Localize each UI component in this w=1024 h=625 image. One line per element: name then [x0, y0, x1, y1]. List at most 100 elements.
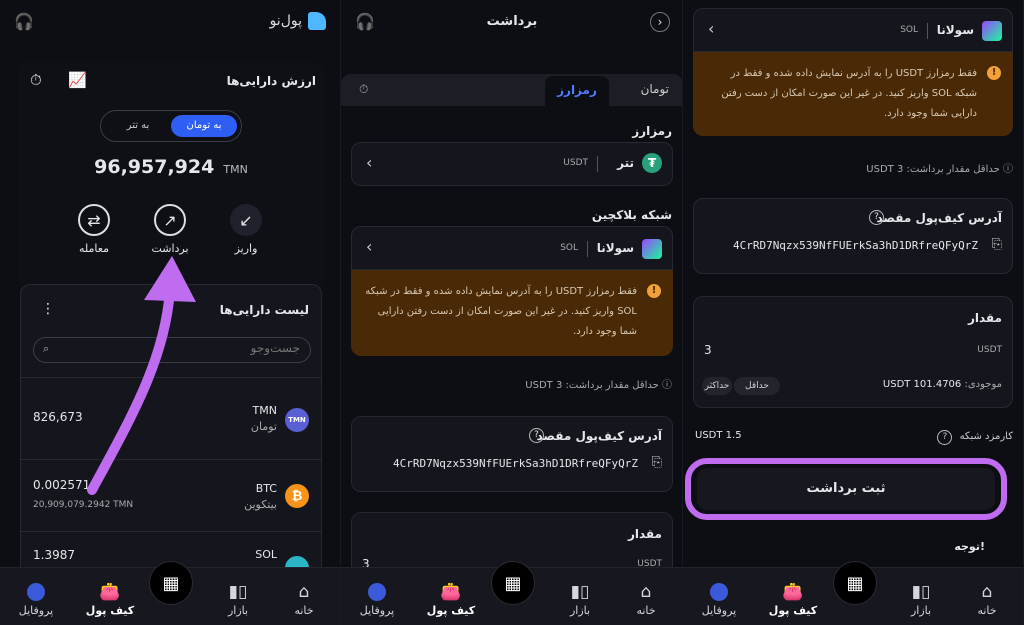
help-icon[interactable]: ? — [937, 430, 953, 445]
asset-symbol: BTC — [255, 482, 277, 495]
crypto-select[interactable]: ₮ تتر USDT ‹ — [351, 142, 673, 186]
grid-menu-button[interactable]: ▦ — [491, 561, 535, 605]
asset-name: تومان — [250, 420, 277, 433]
info-icon: ⓘ — [658, 380, 672, 391]
wallet-address-input[interactable]: 4CrRD7Nqzx539NfFUErkSa3hD1DRfreQFyQrZ — [733, 239, 978, 252]
tab-toman[interactable]: تومان — [641, 82, 669, 96]
history-icon[interactable]: ⏱ — [359, 82, 368, 97]
network-select[interactable]: سولانا SOL ‹ — [351, 226, 673, 270]
grid-icon: ▦ — [504, 572, 522, 594]
warning-icon: ! — [647, 284, 661, 298]
help-icon[interactable]: ? — [869, 210, 884, 225]
page-title: برداشت — [486, 14, 538, 29]
action-deposit[interactable]: ↙ واریز — [226, 204, 266, 255]
nav-profile[interactable]: پروفایل — [689, 583, 749, 617]
wallet-icon: 👛 — [99, 582, 121, 602]
wallet-label: آدرس کیف‌پول مقصد — [536, 429, 662, 443]
amount-label: مقدار — [627, 527, 662, 541]
support-icon[interactable]: 🎧 — [14, 12, 34, 31]
asset-symbol: SOL — [255, 548, 277, 561]
logo-text: پول‌نو — [269, 13, 302, 29]
crypto-label: رمزارز — [632, 124, 672, 138]
nav-home-label: خانه — [977, 604, 997, 617]
nav-market-label: بازار — [227, 604, 249, 617]
attention-heading: توجه! — [954, 540, 985, 553]
submit-withdraw-button[interactable]: ثبت برداشت — [697, 468, 995, 510]
wallet-icon: 👛 — [440, 582, 462, 602]
bottom-nav: ⌂ خانه ▮▯ بازار ▦ 👛 کیف پول پروفایل — [683, 561, 1023, 625]
nav-market[interactable]: ▮▯ بازار — [550, 583, 610, 617]
grid-menu-button[interactable]: ▦ — [833, 561, 877, 605]
balance-value: USDT 101.4706 — [882, 379, 962, 390]
nav-wallet-label: کیف پول — [768, 604, 818, 617]
tmn-coin-icon: TMN — [285, 408, 309, 432]
logo: پول‌نو — [270, 12, 326, 30]
action-withdraw[interactable]: ↗ برداشت — [150, 204, 190, 255]
fee-label: کارمزد شبکه — [959, 431, 1013, 442]
grid-icon: ▦ — [846, 572, 864, 594]
profile-avatar-icon — [27, 583, 45, 601]
amount-card: مقدار 3 USDT موجودی: USDT 101.4706 حداقل… — [693, 296, 1013, 408]
chevron-left-icon: ‹ — [366, 153, 373, 172]
warning-text: فقط رمزارز USDT را به آدرس نمایش داده شد… — [365, 286, 637, 337]
divider — [597, 156, 598, 172]
grid-icon: ▦ — [162, 572, 180, 594]
nav-home[interactable]: ⌂ خانه — [616, 583, 676, 617]
help-icon[interactable]: ? — [529, 428, 544, 443]
crypto-code: USDT — [563, 158, 588, 168]
tabs-bar: تومان رمزارز ⏱ — [341, 74, 682, 106]
network-fee-value: USDT 1.5 — [695, 430, 742, 441]
paste-icon[interactable]: ⎘ — [652, 455, 662, 470]
balance-display: 96,957,924 TMN — [18, 156, 324, 178]
nav-wallet[interactable]: 👛 کیف پول — [763, 583, 823, 617]
nav-home[interactable]: ⌂ خانه — [957, 583, 1017, 617]
network-fee-label: کارمزد شبکه ? — [937, 430, 1013, 445]
grid-menu-button[interactable]: ▦ — [149, 561, 193, 605]
wallet-address-input[interactable]: 4CrRD7Nqzx539NfFUErkSa3hD1DRfreQFyQrZ — [393, 457, 638, 470]
currency-toggle: به تومان به تتر — [100, 110, 242, 142]
balance-value: 96,957,924 — [94, 156, 215, 178]
nav-market[interactable]: ▮▯ بازار — [891, 583, 951, 617]
network-code: SOL — [560, 243, 578, 253]
toggle-tether[interactable]: به تتر — [105, 115, 171, 137]
nav-profile-label: پروفایل — [701, 604, 737, 617]
chart-icon[interactable]: 📈 — [68, 71, 87, 89]
tab-crypto[interactable]: رمزارز — [545, 76, 609, 106]
nav-profile-label: پروفایل — [18, 604, 54, 617]
divider — [927, 23, 928, 39]
bottom-nav: ⌂ خانه ▮▯ بازار ▦ 👛 کیف پول پروفایل — [0, 561, 340, 625]
btc-coin-icon: ₿ — [285, 484, 309, 508]
amount-input[interactable]: 3 — [704, 343, 712, 357]
more-icon[interactable]: ⋮ — [41, 301, 55, 317]
nav-wallet[interactable]: 👛 کیف پول — [80, 583, 140, 617]
nav-profile-label: پروفایل — [359, 604, 395, 617]
paste-icon[interactable]: ⎘ — [992, 237, 1002, 252]
nav-profile[interactable]: پروفایل — [347, 583, 407, 617]
search-icon: ⌕ — [43, 342, 50, 355]
history-icon[interactable]: ⏱ — [30, 71, 42, 89]
nav-profile[interactable]: پروفایل — [6, 583, 66, 617]
profile-avatar-icon — [368, 583, 386, 601]
network-code: SOL — [900, 25, 918, 35]
nav-home-label: خانه — [636, 604, 656, 617]
logo-icon — [308, 12, 326, 30]
nav-wallet[interactable]: 👛 کیف پول — [421, 583, 481, 617]
annotation-arrow — [87, 256, 196, 495]
asset-list-title: لیست دارایی‌ها — [219, 303, 309, 317]
max-pill-button[interactable]: حداکثر — [702, 377, 732, 395]
nav-wallet-label: کیف پول — [426, 604, 476, 617]
network-warning: ! فقط رمزارز USDT را به آدرس نمایش داده … — [351, 270, 673, 356]
action-trade[interactable]: ⇄ معامله — [74, 204, 114, 255]
network-label: شبکه بلاکچین — [591, 208, 672, 222]
min-pill-button[interactable]: حداقل — [734, 377, 780, 395]
nav-market[interactable]: ▮▯ بازار — [208, 583, 268, 617]
divider — [587, 241, 588, 257]
wallet-icon: 👛 — [782, 582, 804, 602]
tether-icon: ₮ — [642, 153, 662, 173]
nav-home[interactable]: ⌂ خانه — [274, 583, 334, 617]
toggle-toman[interactable]: به تومان — [171, 115, 237, 137]
profile-avatar-icon — [710, 583, 728, 601]
asset-name: بیتکوین — [244, 498, 277, 511]
network-select[interactable]: سولانا SOL ‹ — [693, 8, 1013, 52]
back-button[interactable]: › — [650, 12, 670, 32]
